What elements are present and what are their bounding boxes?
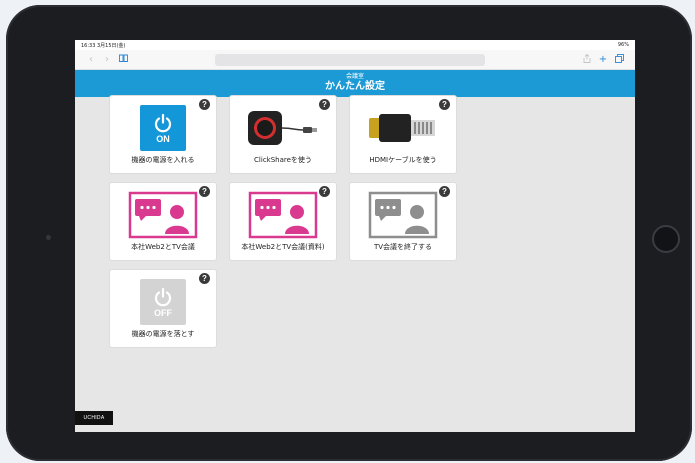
status-time: 16:33 3月15日(金) [81,42,126,49]
tile-label: 機器の電源を落とす [131,330,195,338]
power-off-badge: OFF [154,307,172,318]
back-icon[interactable]: ‹ [83,54,99,65]
tile-label: TV会議を終了する [373,243,433,251]
status-bar: 16:33 3月15日(金) 96% [75,40,635,50]
address-bar[interactable] [215,53,485,66]
tile-power-on[interactable]: ? ON 機器の電源を入れる [110,96,216,173]
power-on-badge: ON [156,133,170,144]
power-on-icon: ON [140,105,186,151]
page-header: 会議室 かんたん設定 [75,70,635,97]
tile-power-off[interactable]: ? OFF 機器の電源を落とす [110,270,216,347]
new-tab-icon[interactable]: + [595,54,611,65]
tile-end-video-call[interactable]: ? TV会議を終了する [350,183,456,260]
home-button[interactable] [652,225,680,253]
tile-hdmi-cable[interactable]: ? HDMIケーブルを使う [350,96,456,173]
video-call-icon [128,191,198,239]
control-tile-grid: ? ON 機器の電源を入れる ? ClickShareを使う ? HDMIケーブ… [110,96,456,347]
share-icon[interactable] [579,53,595,66]
tabs-icon[interactable] [611,53,627,66]
browser-toolbar: ‹ › + [75,50,635,70]
bookmarks-icon[interactable] [115,54,131,65]
hdmi-cable-icon [369,114,435,142]
video-call-share-icon [248,191,318,239]
forward-icon[interactable]: › [99,54,115,65]
tile-video-call[interactable]: ? 本社Web2とTV会議 [110,183,216,260]
front-camera [46,235,51,240]
status-battery: 96% [617,42,629,48]
tile-video-call-materials[interactable]: ? 本社Web2とTV会議(資料) [230,183,336,260]
tile-label: 機器の電源を入れる [131,156,195,164]
tile-label: 本社Web2とTV会議 [131,243,195,251]
video-call-end-icon [368,191,438,239]
tile-label: 本社Web2とTV会議(資料) [241,243,325,251]
power-off-icon: OFF [140,279,186,325]
tile-label: HDMIケーブルを使う [369,156,437,164]
tile-clickshare[interactable]: ? ClickShareを使う [230,96,336,173]
page-title: かんたん設定 [325,81,385,92]
tile-label: ClickShareを使う [254,156,312,164]
clickshare-icon [248,111,317,145]
page-subtitle: 会議室 [345,74,364,80]
brand-logo: UCHIDA [75,411,113,425]
